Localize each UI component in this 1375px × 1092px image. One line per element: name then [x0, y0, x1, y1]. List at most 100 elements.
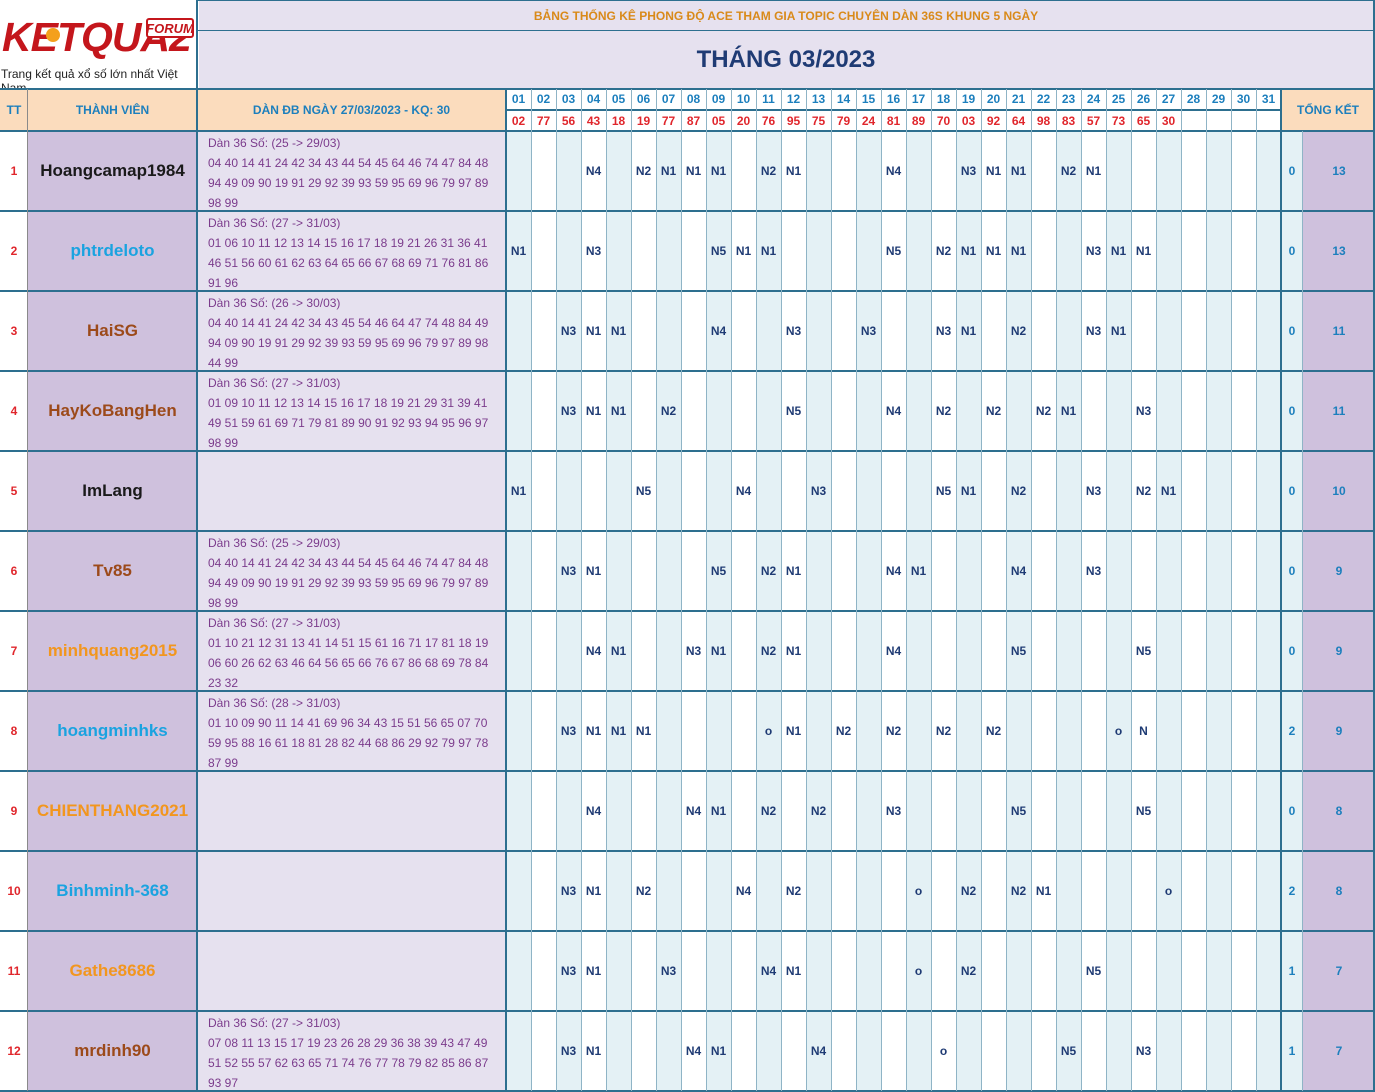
- member-name[interactable]: Hoangcamap1984: [28, 131, 197, 211]
- day-cell: [531, 451, 556, 531]
- day-mark: N: [1131, 691, 1156, 771]
- day-mark: N1: [1131, 211, 1156, 291]
- day-mark: N1: [731, 211, 756, 291]
- day-cell: [581, 451, 606, 531]
- day-cell: [806, 131, 831, 211]
- day-mark: N1: [656, 131, 681, 211]
- day-cell: [1206, 291, 1231, 371]
- day-cell: [631, 371, 656, 451]
- day-header: 14: [831, 89, 856, 109]
- day-cell: [1006, 691, 1031, 771]
- member-name[interactable]: HayKoBangHen: [28, 371, 197, 451]
- member-name[interactable]: hoangminhks: [28, 691, 197, 771]
- member-name[interactable]: ImLang: [28, 451, 197, 531]
- day-mark: N1: [606, 611, 631, 691]
- day-mark: N2: [881, 691, 906, 771]
- grid-line: [906, 89, 907, 1091]
- day-cell: [681, 211, 706, 291]
- member-name[interactable]: Binhminh-368: [28, 851, 197, 931]
- day-cell: [556, 451, 581, 531]
- day-mark: N2: [956, 931, 981, 1011]
- day-cell: [1056, 291, 1081, 371]
- day-mark: N5: [1131, 771, 1156, 851]
- member-name[interactable]: minhquang2015: [28, 611, 197, 691]
- day-mark: N1: [756, 211, 781, 291]
- member-name[interactable]: CHIENTHANG2021: [28, 771, 197, 851]
- day-mark: N2: [1031, 371, 1056, 451]
- day-cell: [756, 851, 781, 931]
- ketqua2-logo[interactable]: KETQUA2 FORUM Trang kết quả xổ số lớn nh…: [0, 0, 197, 88]
- day-mark: N4: [756, 931, 781, 1011]
- day-mark: N1: [956, 291, 981, 371]
- day-result: [1256, 111, 1281, 131]
- total-b: 11: [1303, 371, 1375, 451]
- member-name[interactable]: mrdinh90: [28, 1011, 197, 1091]
- dan-line: 04 40 14 41 24 42 34 43 45 54 46 64 47 7…: [208, 316, 489, 330]
- day-cell: [806, 691, 831, 771]
- grid-line: [806, 89, 807, 1091]
- day-cell: [956, 771, 981, 851]
- day-cell: [1106, 371, 1131, 451]
- row-number: 8: [0, 691, 28, 771]
- grid-line: [756, 89, 757, 1091]
- day-header: 21: [1006, 89, 1031, 109]
- day-cell: [706, 851, 731, 931]
- day-header: 22: [1031, 89, 1056, 109]
- dan-numbers: [197, 451, 506, 531]
- grid-line: [631, 89, 632, 1091]
- day-cell: [531, 131, 556, 211]
- day-cell: [981, 611, 1006, 691]
- day-cell: [606, 211, 631, 291]
- day-cell: [506, 131, 531, 211]
- dan-line: 59 95 88 16 61 18 81 28 82 44 68 86 29 9…: [208, 736, 489, 750]
- day-cell: [831, 1011, 856, 1091]
- day-cell: [1181, 451, 1206, 531]
- grid-line: [27, 89, 28, 1091]
- grid-line: [931, 89, 932, 1091]
- day-mark: N4: [681, 771, 706, 851]
- day-cell: [1256, 691, 1281, 771]
- day-mark: N5: [631, 451, 656, 531]
- day-mark: N5: [706, 211, 731, 291]
- dan-line: 04 40 14 41 24 42 34 43 44 54 45 64 46 7…: [208, 556, 489, 570]
- day-cell: [906, 691, 931, 771]
- day-cell: [1056, 211, 1081, 291]
- grid-line: [0, 450, 1375, 452]
- day-mark: N1: [981, 131, 1006, 211]
- day-result: 95: [781, 111, 806, 131]
- day-header: 30: [1231, 89, 1256, 109]
- grid-line: [1106, 89, 1107, 1091]
- day-mark: N5: [1056, 1011, 1081, 1091]
- day-mark: N3: [881, 771, 906, 851]
- day-cell: [631, 771, 656, 851]
- day-cell: [631, 211, 656, 291]
- day-mark: N3: [1081, 451, 1106, 531]
- day-cell: [1256, 931, 1281, 1011]
- day-cell: [1231, 451, 1256, 531]
- grid-line: [0, 370, 1375, 372]
- day-result: 20: [731, 111, 756, 131]
- grid-line: [1231, 89, 1232, 1091]
- member-name[interactable]: Gathe8686: [28, 931, 197, 1011]
- member-name[interactable]: phtrdeloto: [28, 211, 197, 291]
- day-cell: [606, 931, 631, 1011]
- day-cell: [1231, 131, 1256, 211]
- row-number: 3: [0, 291, 28, 371]
- day-cell: [531, 371, 556, 451]
- grid-line: [681, 89, 682, 1091]
- day-header: 27: [1156, 89, 1181, 109]
- day-cell: [631, 291, 656, 371]
- day-mark: N5: [706, 531, 731, 611]
- day-cell: [931, 931, 956, 1011]
- member-name[interactable]: HaiSG: [28, 291, 197, 371]
- dan-line: 01 06 10 11 12 13 14 15 16 17 18 19 21 2…: [208, 236, 488, 250]
- day-header: 15: [856, 89, 881, 109]
- day-cell: [1181, 371, 1206, 451]
- day-header: 28: [1181, 89, 1206, 109]
- day-mark: N2: [1006, 291, 1031, 371]
- member-name[interactable]: Tv85: [28, 531, 197, 611]
- row-number: 4: [0, 371, 28, 451]
- day-result: 05: [706, 111, 731, 131]
- grid-line: [1006, 89, 1007, 1091]
- total-b: 8: [1303, 851, 1375, 931]
